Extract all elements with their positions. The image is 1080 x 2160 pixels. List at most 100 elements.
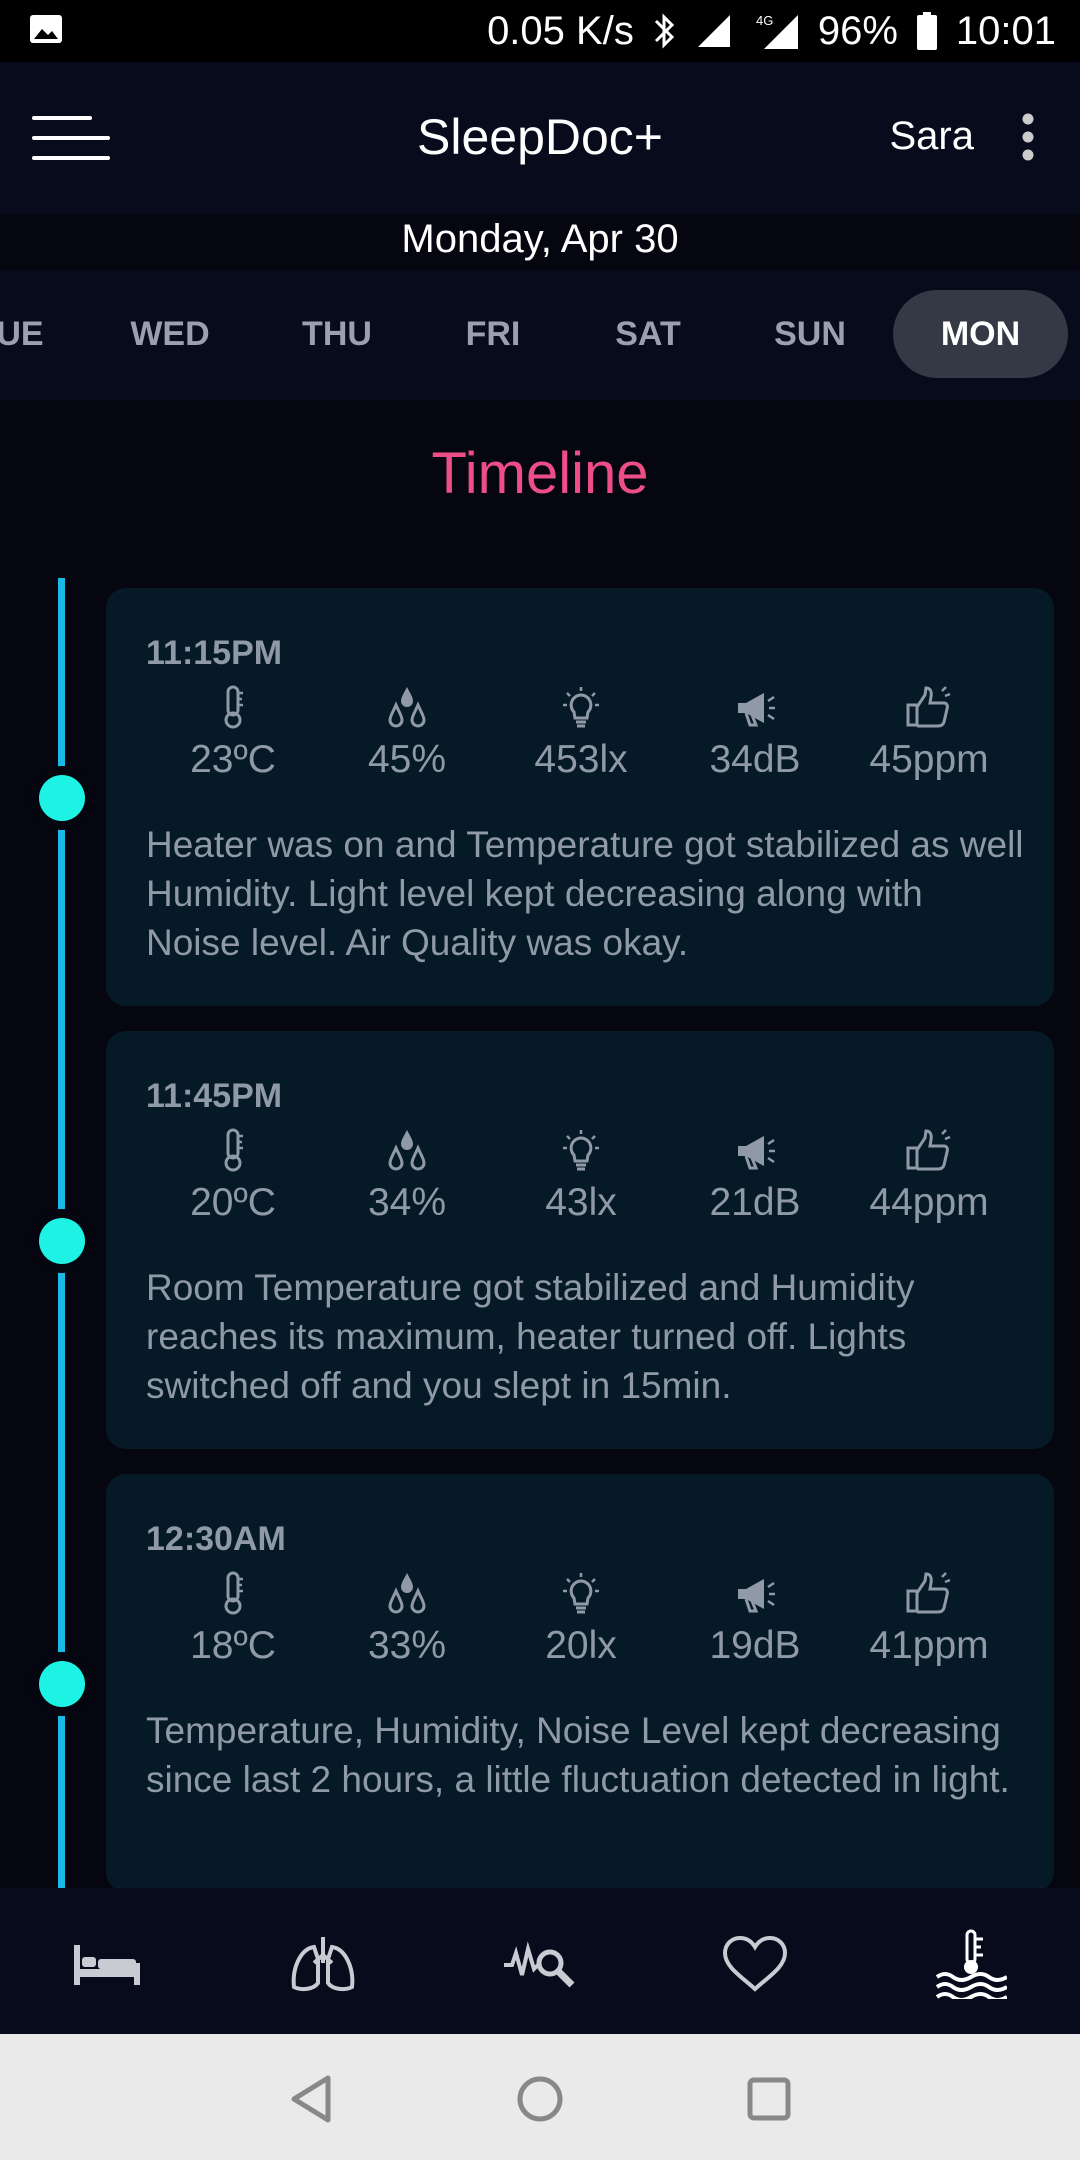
tab-sat[interactable]: SAT [578,290,718,378]
signal-icon [696,13,732,49]
recents-button[interactable] [742,2072,796,2126]
lightbulb-icon [494,684,668,730]
bed-icon [74,1945,140,1985]
entry-time: 11:15PM [146,634,283,672]
metric-value: 45ppm [869,738,989,781]
metric-value: 44ppm [869,1181,989,1224]
tab-thu[interactable]: THU [267,290,407,378]
thermometer-water-icon [935,1929,1007,1999]
more-options-button[interactable] [1016,112,1040,162]
entry-time: 11:45PM [146,1077,283,1115]
metrics-row: 18ºC 33% 20lx 19dB 41ppm [146,1570,1016,1680]
metrics-row: 20ºC 34% 43lx 21dB 44ppm [146,1127,1016,1237]
thermometer-icon [146,1570,320,1616]
thumbs-up-icon [842,1570,1016,1616]
svg-text:4G: 4G [756,13,773,28]
user-name[interactable]: Sara [890,114,975,159]
metric-light: 43lx [494,1127,668,1225]
metric-value: 19dB [709,1624,801,1667]
metric-noise: 21dB [668,1127,842,1225]
metric-humidity: 34% [320,1127,494,1225]
lightbulb-icon [494,1127,668,1173]
nav-sleep[interactable] [62,1924,152,2004]
metric-value: 43lx [545,1181,617,1224]
metric-noise: 34dB [668,684,842,782]
humidity-drops-icon [320,1127,494,1173]
system-nav [0,2034,1080,2160]
battery-icon [916,11,938,51]
thumbs-up-icon [842,684,1016,730]
nav-analysis[interactable] [494,1924,584,2004]
recents-icon [747,2077,791,2121]
timeline-card[interactable]: 11:15PM 23ºC 45% 453lx 34dB 45ppm Heater was o… [106,588,1054,1006]
humidity-drops-icon [320,1570,494,1616]
nav-breathing[interactable] [278,1924,368,2004]
battery-level: 96% [817,8,898,53]
metric-temperature: 23ºC [146,684,320,782]
timeline-dot [39,775,85,821]
megaphone-icon [668,684,842,730]
nav-environment[interactable] [926,1924,1016,2004]
tab-wed[interactable]: WED [100,290,240,378]
entry-description: Temperature, Humidity, Noise Level kept … [146,1710,1010,1800]
metric-value: 18ºC [190,1624,276,1667]
metric-value: 21dB [709,1181,801,1224]
lightbulb-icon [494,1570,668,1616]
metric-value: 33% [367,1624,447,1667]
status-bar: 0.05 K/s 4G 96% 10:01 [0,0,1080,62]
metric-value: 20ºC [190,1181,276,1224]
metric-light: 20lx [494,1570,668,1668]
timeline-dot [39,1661,85,1707]
metric-humidity: 33% [320,1570,494,1668]
metric-temperature: 18ºC [146,1570,320,1668]
thermometer-icon [146,1127,320,1173]
home-button[interactable] [513,2072,567,2126]
entry-description: Heater was on and Temperature got stabil… [146,824,1024,963]
back-icon [291,2075,331,2123]
lungs-icon [291,1937,355,1992]
metric-noise: 19dB [668,1570,842,1668]
metric-air: 45ppm [842,684,1016,782]
metric-value: 23ºC [190,738,276,781]
more-vert-icon [1022,113,1034,161]
day-tabs: UE WED THU FRI SAT SUN MON [0,270,1080,400]
network-speed: 0.05 K/s [487,8,634,53]
wave-search-icon [504,1941,575,1988]
metric-temperature: 20ºC [146,1127,320,1225]
nav-heart[interactable] [710,1924,800,2004]
date-label: Monday, Apr 30 [401,217,679,261]
metric-air: 41ppm [842,1570,1016,1668]
timeline-dot [39,1218,85,1264]
timeline-card[interactable]: 11:45PM 20ºC 34% 43lx 21dB 44ppm Room Temperat… [106,1031,1054,1449]
image-icon [28,11,64,52]
metric-humidity: 45% [320,684,494,782]
entry-time: 12:30AM [146,1520,286,1558]
metrics-row: 23ºC 45% 453lx 34dB 45ppm [146,684,1016,794]
timeline-heading: Timeline [431,441,649,506]
status-right: 0.05 K/s 4G 96% 10:01 [487,9,1056,54]
megaphone-icon [668,1570,842,1616]
entry-description: Room Temperature got stabilized and Humi… [146,1267,915,1406]
metric-value: 20lx [545,1624,617,1667]
thermometer-icon [146,684,320,730]
back-button[interactable] [284,2072,338,2126]
tab-tue[interactable]: UE [0,290,60,378]
timeline-card[interactable]: 12:30AM 18ºC 33% 20lx 19dB 41ppm Temperature, … [106,1474,1054,1892]
metric-value: 45% [367,738,447,781]
app-bar: SleepDoc+ Sara Monday, Apr 30 [0,62,1080,261]
thumbs-up-icon [842,1127,1016,1173]
tab-fri[interactable]: FRI [423,290,563,378]
home-icon [517,2076,563,2122]
signal-4g-icon: 4G [750,11,800,51]
tab-sun[interactable]: SUN [740,290,880,378]
heart-icon [722,1935,788,1992]
status-left [28,11,64,52]
megaphone-icon [668,1127,842,1173]
metric-air: 44ppm [842,1127,1016,1225]
humidity-drops-icon [320,684,494,730]
metric-light: 453lx [494,684,668,782]
metric-value: 34dB [709,738,801,781]
metric-value: 34% [367,1181,447,1224]
metric-value: 41ppm [869,1624,989,1667]
tab-mon[interactable]: MON [893,290,1068,378]
